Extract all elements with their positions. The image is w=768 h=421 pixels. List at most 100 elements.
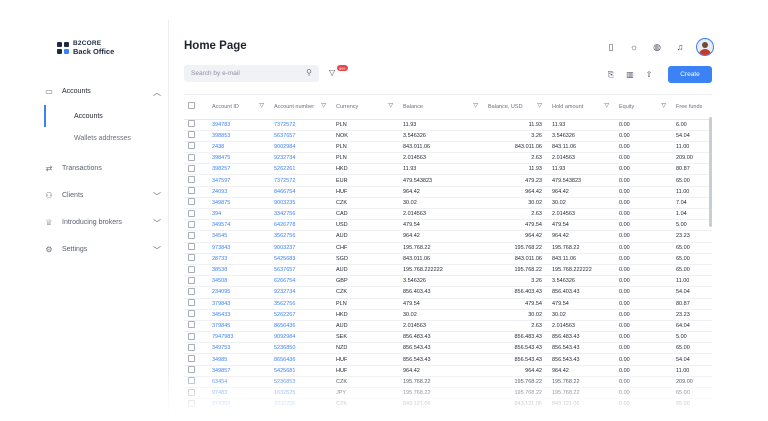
account-id-link[interactable]: 394 — [208, 208, 270, 221]
row-checkbox[interactable] — [188, 287, 195, 295]
table-row[interactable]: 2438 9002984 PLN 843.011.06 843.011.06 843.11… — [184, 141, 712, 154]
filter-icon[interactable]: ▽ — [321, 103, 326, 110]
account-number-link[interactable]: 3232235 — [270, 398, 332, 411]
row-checkbox[interactable] — [188, 164, 195, 172]
row-checkbox[interactable] — [188, 310, 195, 318]
row-checkbox[interactable] — [188, 355, 195, 363]
account-id-link[interactable]: 7947983 — [208, 331, 270, 344]
account-number-link[interactable]: 9232734 — [270, 152, 332, 165]
row-checkbox[interactable] — [188, 377, 195, 385]
globe-icon[interactable]: ◍ — [650, 40, 664, 54]
sidebar-item-accounts[interactable]: ▭ Accounts ︿ — [44, 78, 169, 105]
account-number-link[interactable]: 5637657 — [270, 264, 332, 277]
account-id-link[interactable]: 38538 — [208, 264, 270, 277]
account-number-link[interactable]: 9092984 — [270, 331, 332, 344]
account-id-link[interactable]: 349857 — [208, 365, 270, 377]
row-checkbox[interactable] — [188, 209, 195, 217]
account-number-link[interactable]: 5637657 — [270, 130, 332, 142]
account-number-link[interactable]: 8656436 — [270, 353, 332, 366]
table-row[interactable]: 349875 9003235 CZK 30.02 30.02 30.02 0.00 7.04 — [184, 197, 712, 210]
column-header[interactable]: Currency ▽ — [332, 95, 399, 120]
table-row[interactable]: 7947983 9092984 SEK 856.483.43 856.483.43 856… — [184, 331, 712, 344]
chevron-down-icon[interactable]: ﹀ — [153, 218, 161, 229]
table-row[interactable]: 974353 3232235 CZK 843.121.06 843.121.06 843.… — [184, 398, 712, 411]
table-row[interactable]: 349574 6426778 USD 479.54 479.54 479.54 0.00 5.… — [184, 219, 712, 232]
create-button[interactable]: Create — [668, 66, 712, 83]
chevron-up-icon[interactable]: ︿ — [153, 87, 161, 98]
table-row[interactable]: 24093 8466754 HUF 964.42 964.42 964.42 0.00 11.… — [184, 186, 712, 198]
row-checkbox[interactable] — [188, 142, 195, 150]
filter-icon[interactable]: ▽ — [388, 103, 393, 110]
account-id-link[interactable]: 34545 — [208, 230, 270, 243]
account-id-link[interactable]: 398257 — [208, 163, 270, 176]
table-row[interactable]: 394783 7372572 PLN 11.93 11.93 11.93 0.00 6.00 — [184, 119, 712, 131]
table-row[interactable]: 349753 5236850 NZD 856.543.43 856.543.43 856.… — [184, 342, 712, 355]
row-checkbox[interactable] — [188, 243, 195, 251]
column-header[interactable]: Free funds▽ — [672, 95, 712, 120]
account-number-link[interactable]: 5262261 — [270, 163, 332, 176]
filter-icon[interactable]: ▽ — [259, 103, 264, 110]
account-id-link[interactable]: 34985 — [208, 353, 270, 366]
logo[interactable]: B2CORE Back Office — [57, 40, 114, 56]
column-header[interactable]: Balance ▽ — [399, 95, 484, 120]
table-row[interactable]: 973843 9003237 CHF 195.768.22 195.768.22 195.… — [184, 242, 712, 254]
row-checkbox[interactable] — [188, 231, 195, 239]
export-icon[interactable]: ⎘ — [605, 69, 617, 81]
table-row[interactable]: 347597 7372572 EUR 479.543823 479.23 479.5438… — [184, 174, 712, 187]
account-id-link[interactable]: 349753 — [208, 342, 270, 355]
account-id-link[interactable]: 2438 — [208, 141, 270, 154]
row-checkbox[interactable] — [188, 343, 195, 351]
table-row[interactable]: 398853 5637657 NOK 3.546326 3.26 3.546326 0.00… — [184, 130, 712, 142]
table-row[interactable]: 345433 5262267 HKD 30.02 30.02 30.02 0.00 23.23 — [184, 309, 712, 321]
account-id-link[interactable]: 398853 — [208, 130, 270, 142]
account-number-link[interactable]: 7372572 — [270, 174, 332, 187]
table-row[interactable]: 379843 3562756 PLN 479.54 479.54 479.54 0.00 80… — [184, 298, 712, 310]
table-row[interactable]: 349857 5425681 HUF 964.42 964.42 964.42 0.00 11… — [184, 365, 712, 377]
table-row[interactable]: 34985 8656436 HUF 856.543.43 856.543.43 856.5… — [184, 353, 712, 366]
account-id-link[interactable]: 34508 — [208, 275, 270, 288]
table-row[interactable]: 398257 5262261 HKD 11.93 11.93 11.93 0.00 80.87 — [184, 163, 712, 176]
account-number-link[interactable]: 5236850 — [270, 342, 332, 355]
account-id-link[interactable]: 234095 — [208, 286, 270, 299]
account-number-link[interactable]: 9003235 — [270, 197, 332, 210]
account-id-link[interactable]: 394783 — [208, 119, 270, 131]
sidebar-item-settings[interactable]: ⚙ Settings ﹀ — [44, 236, 169, 263]
account-id-link[interactable]: 974353 — [208, 398, 270, 411]
account-id-link[interactable]: 973843 — [208, 242, 270, 254]
row-checkbox[interactable] — [188, 176, 195, 184]
avatar[interactable] — [696, 38, 714, 56]
account-number-link[interactable]: 3562756 — [270, 230, 332, 243]
account-number-link[interactable]: 5425683 — [270, 253, 332, 265]
sidebar-item-introducing-brokers[interactable]: ♕ Introducing brokers ﹀ — [44, 209, 169, 236]
row-checkbox[interactable] — [188, 276, 195, 284]
table-row[interactable]: 38538 5637657 AUD 195.768.222222 195.768.22 1… — [184, 264, 712, 277]
filter-icon[interactable]: ▽ — [473, 103, 478, 110]
account-number-link[interactable]: 8466754 — [270, 186, 332, 198]
account-id-link[interactable]: 345433 — [208, 309, 270, 321]
account-number-link[interactable]: 6426778 — [270, 219, 332, 232]
row-checkbox[interactable] — [188, 366, 195, 374]
row-checkbox[interactable] — [188, 220, 195, 228]
column-header[interactable]: Hold amount ▽ — [548, 95, 615, 120]
table-row[interactable]: 97483 1632525 JPY 195.768.22 195.768.22 195.7… — [184, 387, 712, 400]
column-header[interactable]: Equity ▽ — [615, 95, 672, 120]
account-number-link[interactable]: 6266754 — [270, 275, 332, 288]
table-row[interactable]: 379845 8656436 AUD 2.014563 2.63 2.014563 0.00… — [184, 320, 712, 333]
account-number-link[interactable]: 3342756 — [270, 208, 332, 221]
account-number-link[interactable]: 3562756 — [270, 298, 332, 310]
account-id-link[interactable]: 28733 — [208, 253, 270, 265]
table-row[interactable]: 63454 5236853 CZK 195.768.22 195.768.22 195.7… — [184, 376, 712, 389]
account-number-link[interactable]: 9232734 — [270, 286, 332, 299]
select-all-checkbox[interactable] — [188, 102, 195, 109]
filter-icon[interactable]: ▽ — [537, 103, 542, 110]
row-checkbox[interactable] — [188, 299, 195, 307]
account-number-link[interactable]: 9002984 — [270, 141, 332, 154]
table-row[interactable]: 398475 9232734 PLN 2.014563 2.63 2.014563 0.00… — [184, 152, 712, 165]
row-checkbox[interactable] — [188, 120, 195, 128]
filter-icon[interactable]: ▽ — [604, 103, 609, 110]
bell-icon[interactable]: ♫ — [673, 40, 687, 54]
account-id-link[interactable]: 63454 — [208, 376, 270, 389]
table-row[interactable]: 34508 6266754 GBP 3.546326 3.26 3.546326 0.00 1… — [184, 275, 712, 288]
row-checkbox[interactable] — [188, 254, 195, 262]
search-icon[interactable]: ⚲ — [306, 68, 312, 77]
